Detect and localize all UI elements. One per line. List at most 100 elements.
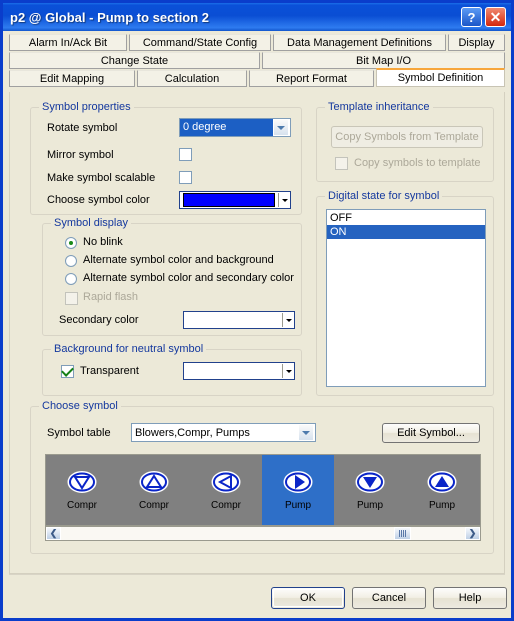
dialog-footer: OK Cancel Help bbox=[3, 574, 511, 621]
tab-alarm-in-ack-bit[interactable]: Alarm In/Ack Bit bbox=[9, 34, 127, 51]
title-bar-buttons: ? ✕ bbox=[461, 7, 511, 27]
radio-alternate-secondary[interactable] bbox=[65, 273, 77, 285]
rotate-symbol-value: 0 degree bbox=[180, 119, 273, 136]
chevron-down-icon[interactable] bbox=[283, 369, 294, 373]
transparent-label: Transparent bbox=[80, 365, 139, 377]
chevron-down-icon[interactable] bbox=[283, 318, 294, 322]
neutral-background-color-picker[interactable] bbox=[183, 362, 295, 380]
tab-change-state[interactable]: Change State bbox=[9, 52, 260, 69]
help-button[interactable]: Help bbox=[433, 587, 507, 609]
transparent-checkbox[interactable] bbox=[61, 363, 74, 378]
digital-state-group: Digital state for symbol OFF ON bbox=[316, 190, 494, 396]
compressor-up-icon bbox=[139, 471, 169, 493]
dialog-window: p2 @ Global - Pump to section 2 ? ✕ Alar… bbox=[0, 0, 514, 621]
radio-alternate-secondary-label: Alternate symbol color and secondary col… bbox=[83, 272, 294, 284]
symbol-cell-pump-down[interactable]: Pump bbox=[334, 455, 406, 525]
symbol-cell-label: Pump bbox=[428, 500, 456, 511]
symbol-properties-legend: Symbol properties bbox=[39, 101, 134, 113]
close-icon[interactable]: ✕ bbox=[485, 7, 506, 27]
make-symbol-scalable-label: Make symbol scalable bbox=[47, 172, 156, 184]
template-inheritance-group: Template inheritance Copy Symbols from T… bbox=[316, 101, 494, 182]
digital-state-legend: Digital state for symbol bbox=[325, 190, 443, 202]
tab-row-3: Edit Mapping Calculation Report Format S… bbox=[9, 68, 505, 87]
window-title: p2 @ Global - Pump to section 2 bbox=[10, 9, 210, 25]
tab-report-format[interactable]: Report Format bbox=[249, 70, 374, 87]
choose-symbol-group: Choose symbol Symbol table Blowers,Compr… bbox=[30, 400, 494, 554]
symbol-color-picker[interactable] bbox=[179, 191, 291, 209]
compressor-down-icon bbox=[67, 471, 97, 493]
list-item[interactable]: ON bbox=[327, 225, 485, 239]
ok-button[interactable]: OK bbox=[271, 587, 345, 609]
tab-calculation[interactable]: Calculation bbox=[137, 70, 247, 87]
title-bar: p2 @ Global - Pump to section 2 ? ✕ bbox=[3, 3, 511, 31]
chevron-down-icon[interactable] bbox=[298, 424, 314, 441]
symbol-color-swatch bbox=[183, 193, 275, 207]
copy-symbols-to-template-checkbox bbox=[335, 157, 348, 170]
help-icon[interactable]: ? bbox=[461, 7, 482, 27]
pump-down-icon bbox=[355, 471, 385, 493]
cancel-button[interactable]: Cancel bbox=[352, 587, 426, 609]
tab-data-management-definitions[interactable]: Data Management Definitions bbox=[273, 34, 446, 51]
template-inheritance-legend: Template inheritance bbox=[325, 101, 433, 113]
symbol-definition-panel: Symbol properties Rotate symbol 0 degree… bbox=[9, 92, 505, 574]
choose-symbol-legend: Choose symbol bbox=[39, 400, 121, 412]
symbol-cell-pump-right[interactable]: Pump bbox=[262, 455, 334, 525]
choose-symbol-color-label: Choose symbol color bbox=[47, 194, 150, 206]
symbol-table-label: Symbol table bbox=[47, 427, 111, 439]
compressor-left-icon bbox=[211, 471, 241, 493]
symbol-cell-label: Compr bbox=[210, 500, 241, 511]
symbol-properties-group: Symbol properties Rotate symbol 0 degree… bbox=[30, 101, 302, 215]
tab-symbol-definition[interactable]: Symbol Definition bbox=[376, 68, 505, 87]
make-symbol-scalable-checkbox[interactable] bbox=[179, 171, 192, 184]
tab-bit-map-io[interactable]: Bit Map I/O bbox=[262, 52, 505, 69]
chevron-down-icon[interactable] bbox=[279, 198, 290, 202]
tab-row-1: Alarm In/Ack Bit Command/State Config Da… bbox=[9, 34, 505, 51]
background-neutral-legend: Background for neutral symbol bbox=[51, 343, 207, 355]
digital-state-listbox[interactable]: OFF ON bbox=[326, 209, 486, 387]
symbol-table-combo[interactable]: Blowers,Compr, Pumps bbox=[131, 423, 316, 442]
copy-symbols-from-template-button: Copy Symbols from Template bbox=[331, 126, 483, 148]
scroll-right-icon[interactable]: ❯ bbox=[465, 527, 480, 540]
chevron-down-icon[interactable] bbox=[273, 119, 289, 136]
symbol-cell-label: Compr bbox=[138, 500, 169, 511]
pump-up-icon bbox=[427, 471, 457, 493]
rapid-flash-checkbox bbox=[65, 292, 78, 305]
rotate-symbol-combo[interactable]: 0 degree bbox=[179, 118, 291, 137]
radio-alternate-background-label: Alternate symbol color and background bbox=[83, 254, 274, 266]
scrollbar-thumb[interactable] bbox=[394, 527, 411, 540]
mirror-symbol-checkbox[interactable] bbox=[179, 148, 192, 161]
scroll-left-icon[interactable]: ❮ bbox=[46, 527, 61, 540]
tab-command-state-config[interactable]: Command/State Config bbox=[129, 34, 271, 51]
symbol-cell-compr-up[interactable]: Compr bbox=[118, 455, 190, 525]
symbol-cell-compr-left[interactable]: Compr bbox=[190, 455, 262, 525]
copy-symbols-to-template-label: Copy symbols to template bbox=[354, 157, 481, 169]
list-item[interactable]: OFF bbox=[327, 211, 485, 225]
symbol-cell-label: Pump bbox=[284, 500, 312, 511]
rotate-symbol-label: Rotate symbol bbox=[47, 122, 118, 134]
symbol-display-legend: Symbol display bbox=[51, 217, 131, 229]
symbol-cell-pump-up[interactable]: Pump bbox=[406, 455, 478, 525]
radio-alternate-background[interactable] bbox=[65, 255, 77, 267]
tab-row-2: Change State Bit Map I/O bbox=[9, 52, 505, 69]
secondary-color-picker[interactable] bbox=[183, 311, 295, 329]
symbol-gallery[interactable]: Compr Compr Compr Pump Pump Pump bbox=[45, 454, 481, 526]
tab-display[interactable]: Display bbox=[448, 34, 505, 51]
edit-symbol-button[interactable]: Edit Symbol... bbox=[382, 423, 480, 443]
tab-edit-mapping[interactable]: Edit Mapping bbox=[9, 70, 135, 87]
radio-no-blink[interactable] bbox=[65, 237, 77, 249]
symbol-table-value: Blowers,Compr, Pumps bbox=[135, 426, 250, 439]
background-neutral-group: Background for neutral symbol Transparen… bbox=[42, 343, 302, 396]
mirror-symbol-label: Mirror symbol bbox=[47, 149, 114, 161]
symbol-display-group: Symbol display No blink Alternate symbol… bbox=[42, 217, 302, 336]
symbol-cell-label: Pump bbox=[356, 500, 384, 511]
scrollbar-track[interactable] bbox=[61, 527, 465, 540]
divider bbox=[9, 574, 505, 575]
rapid-flash-label: Rapid flash bbox=[83, 291, 139, 303]
gallery-horizontal-scrollbar[interactable]: ❮ ❯ bbox=[45, 526, 481, 541]
neutral-background-color-swatch bbox=[187, 365, 279, 377]
symbol-cell-label: Compr bbox=[66, 500, 97, 511]
secondary-color-swatch bbox=[187, 314, 279, 326]
pump-right-icon bbox=[283, 471, 313, 493]
symbol-cell-compr-down[interactable]: Compr bbox=[46, 455, 118, 525]
tab-bar: Alarm In/Ack Bit Command/State Config Da… bbox=[9, 34, 505, 88]
